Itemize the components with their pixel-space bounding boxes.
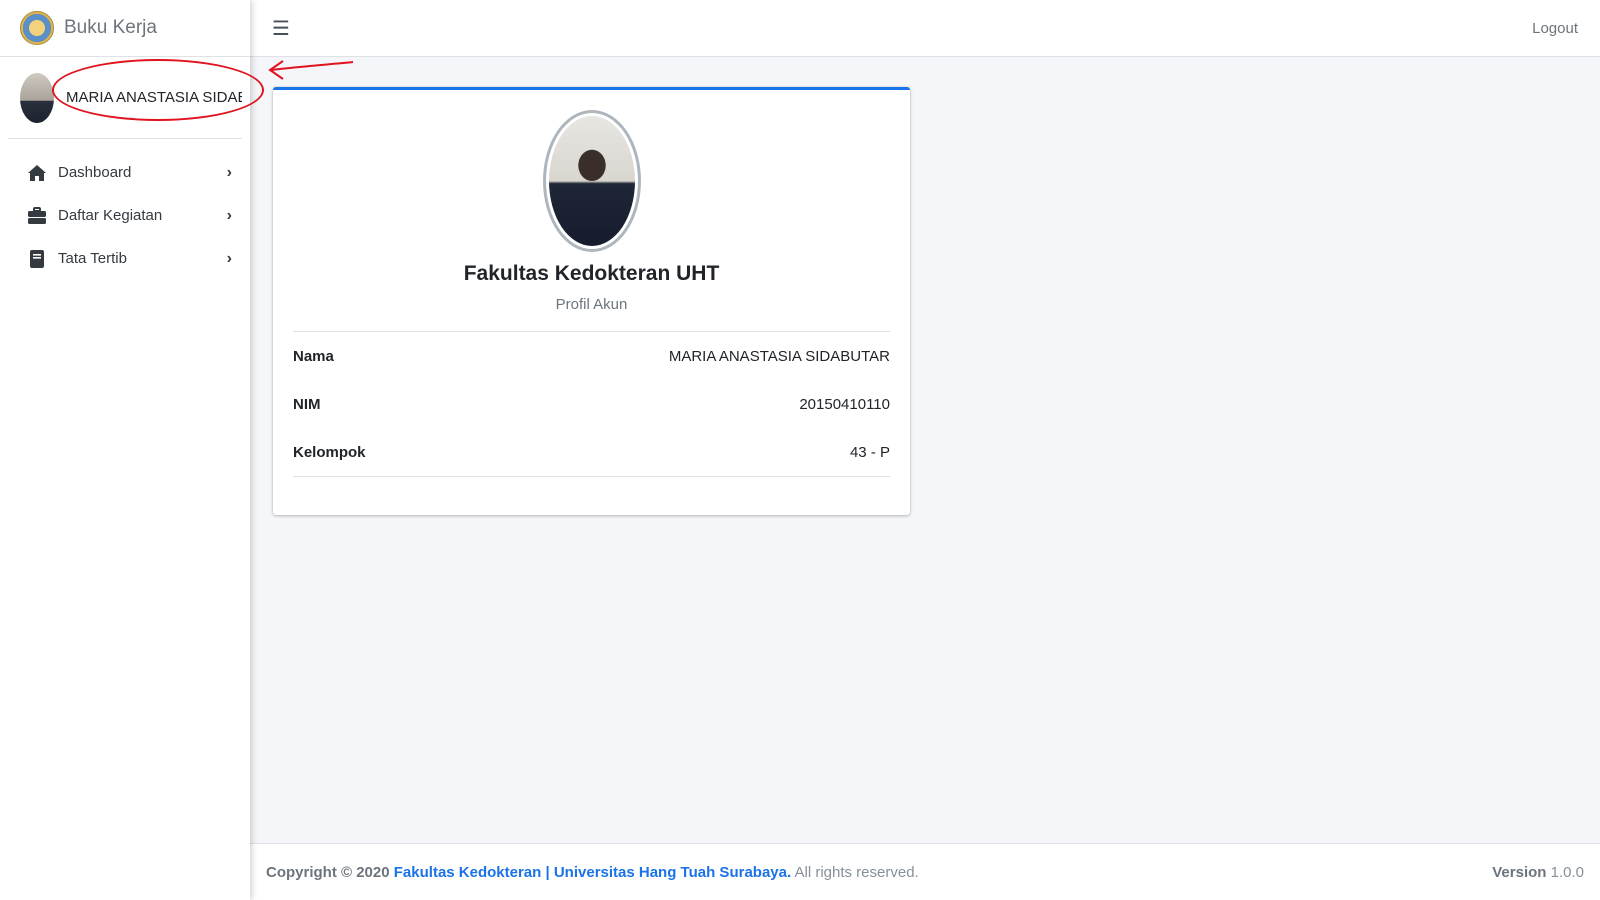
profile-title: Fakultas Kedokteran UHT — [463, 262, 720, 285]
hamburger-menu-icon[interactable]: ☰ — [272, 16, 290, 41]
sidebar-nav: Dashboard › Daftar Kegiatan › Tata Terti… — [0, 139, 250, 280]
footer: Copyright © 2020 Fakultas Kedokteran | U… — [250, 843, 1600, 900]
chevron-right-icon: › — [226, 163, 232, 181]
sidebar-item-daftar-kegiatan[interactable]: Daftar Kegiatan › — [0, 194, 250, 237]
profile-subtitle: Profil Akun — [555, 296, 628, 313]
info-label: NIM — [293, 395, 321, 413]
sidebar-item-tata-tertib[interactable]: Tata Tertib › — [0, 237, 250, 280]
sidebar: Buku Kerja MARIA ANASTASIA SIDAE Dashboa… — [0, 0, 264, 900]
profile-info-list: Nama MARIA ANASTASIA SIDABUTAR NIM 20150… — [293, 331, 890, 477]
chevron-right-icon: › — [226, 206, 232, 224]
version-value: 1.0.0 — [1550, 863, 1584, 881]
sidebar-item-label: Dashboard — [58, 164, 132, 181]
version-label: Version — [1492, 863, 1547, 881]
logout-link[interactable]: Logout — [1532, 20, 1578, 37]
profile-photo — [542, 110, 641, 252]
profile-photo-image — [548, 116, 635, 246]
footer-version: Version 1.0.0 — [1492, 864, 1584, 881]
info-label: Nama — [293, 347, 334, 365]
brand-title: Buku Kerja — [64, 17, 157, 38]
info-row-nama: Nama MARIA ANASTASIA SIDABUTAR — [293, 332, 890, 380]
chevron-right-icon: › — [226, 249, 232, 267]
footer-copyright: Copyright © 2020 Fakultas Kedokteran | U… — [266, 864, 919, 881]
briefcase-icon — [26, 206, 48, 226]
info-row-kelompok: Kelompok 43 - P — [293, 428, 890, 476]
info-value: 43 - P — [849, 443, 890, 461]
user-avatar — [20, 72, 54, 123]
footer-link[interactable]: Fakultas Kedokteran | Universitas Hang T… — [394, 864, 791, 881]
rights-text: All rights reserved. — [794, 863, 919, 881]
sidebar-item-label: Tata Tertib — [58, 250, 127, 267]
book-icon — [26, 249, 48, 269]
app-root: Buku Kerja MARIA ANASTASIA SIDAE Dashboa… — [0, 0, 1600, 900]
brand[interactable]: Buku Kerja — [0, 0, 250, 57]
profile-card: Fakultas Kedokteran UHT Profil Akun Nama… — [273, 87, 910, 515]
sidebar-item-label: Daftar Kegiatan — [58, 207, 163, 224]
sidebar-user-name[interactable]: MARIA ANASTASIA SIDAE — [66, 89, 242, 106]
user-panel: MARIA ANASTASIA SIDAE — [8, 57, 264, 139]
copyright-text: Copyright © 2020 — [266, 863, 390, 881]
topbar: ☰ Logout — [250, 0, 1600, 57]
annotation-arrow — [268, 60, 354, 80]
home-icon — [26, 163, 48, 183]
info-label: Kelompok — [293, 443, 366, 461]
info-value: 20150410110 — [799, 395, 890, 413]
info-row-nim: NIM 20150410110 — [293, 380, 890, 428]
university-logo — [20, 11, 54, 45]
info-value: MARIA ANASTASIA SIDABUTAR — [668, 347, 890, 365]
sidebar-item-dashboard[interactable]: Dashboard › — [0, 151, 250, 194]
